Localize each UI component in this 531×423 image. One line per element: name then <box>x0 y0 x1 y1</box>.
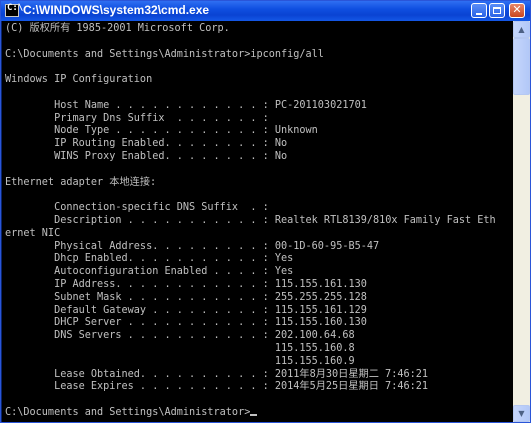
window-title: C:\WINDOWS\system32\cmd.exe <box>23 3 210 17</box>
cmd-window: C:\ C:\WINDOWS\system32\cmd.exe ✕ (C) 版权… <box>0 0 531 423</box>
console-line: IP Routing Enabled. . . . . . . . : No <box>5 138 288 150</box>
cmd-icon[interactable]: C:\ <box>5 3 23 17</box>
scroll-thumb[interactable] <box>513 38 530 95</box>
console-line: Host Name . . . . . . . . . . . . : PC-2… <box>5 99 367 111</box>
console-line: Dhcp Enabled. . . . . . . . . . . : Yes <box>5 253 294 265</box>
text-cursor <box>250 413 258 416</box>
maximize-button[interactable] <box>489 3 505 18</box>
console-line: Description . . . . . . . . . . . : Real… <box>5 214 496 226</box>
console-line: IP Address. . . . . . . . . . . . : 115.… <box>5 278 367 290</box>
console-output[interactable]: (C) 版权所有 1985-2001 Microsoft Corp. C:\Do… <box>2 21 513 422</box>
scroll-down-button[interactable]: ▼ <box>513 405 530 422</box>
console-line: ernet NIC <box>5 227 61 239</box>
console-line: WINS Proxy Enabled. . . . . . . . : No <box>5 150 288 162</box>
title-bar[interactable]: C:\ C:\WINDOWS\system32\cmd.exe ✕ <box>1 1 530 21</box>
console-line: Node Type . . . . . . . . . . . . : Unkn… <box>5 125 318 137</box>
console-line: Default Gateway . . . . . . . . . : 115.… <box>5 304 367 316</box>
console-line: Ethernet adapter 本地连接: <box>5 176 157 188</box>
console-line: Windows IP Configuration <box>5 74 153 86</box>
console-line: (C) 版权所有 1985-2001 Microsoft Corp. <box>5 23 230 34</box>
console-line: Connection-specific DNS Suffix . : <box>5 202 269 214</box>
console-line: Lease Expires . . . . . . . . . . : 2014… <box>5 381 428 393</box>
console-line: Subnet Mask . . . . . . . . . . . : 255.… <box>5 291 367 303</box>
scroll-up-button[interactable]: ▲ <box>513 21 530 38</box>
maximize-icon <box>493 7 501 14</box>
console-line: 115.155.160.8 <box>5 342 355 354</box>
vertical-scrollbar[interactable]: ▲ ▼ <box>513 21 530 422</box>
console-line: DHCP Server . . . . . . . . . . . : 115.… <box>5 317 367 329</box>
console-line: Primary Dns Suffix . . . . . . . : <box>5 112 269 124</box>
console-line: Autoconfiguration Enabled . . . . : Yes <box>5 266 294 278</box>
close-icon: ✕ <box>512 3 522 16</box>
console-line: DNS Servers . . . . . . . . . . . : 202.… <box>5 330 355 342</box>
minimize-button[interactable] <box>471 3 487 18</box>
console-line: Lease Obtained. . . . . . . . . . : 2011… <box>5 368 428 380</box>
console-prompt: C:\Documents and Settings\Administrator> <box>5 406 251 418</box>
console-text: (C) 版权所有 1985-2001 Microsoft Corp. C:\Do… <box>2 21 513 420</box>
minimize-icon <box>476 13 482 15</box>
console-line: Physical Address. . . . . . . . . : 00-1… <box>5 240 380 252</box>
console-line: C:\Documents and Settings\Administrator>… <box>5 48 324 60</box>
close-button[interactable]: ✕ <box>509 3 525 18</box>
console-line: 115.155.160.9 <box>5 355 355 367</box>
